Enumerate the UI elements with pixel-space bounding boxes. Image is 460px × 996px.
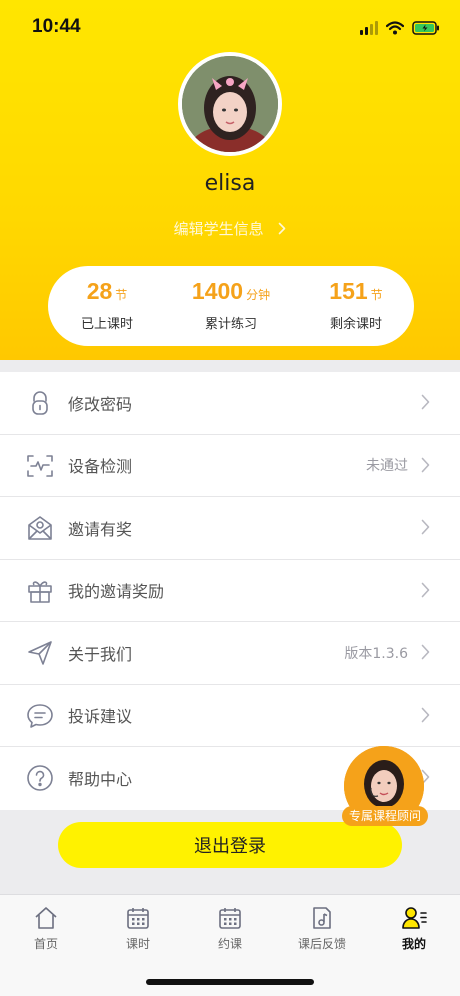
stat-unit: 节 [370, 288, 383, 302]
app-version: 版本1.3.6 [344, 645, 408, 662]
menu-item-label: 投诉建议 [68, 707, 133, 727]
profile-icon [402, 907, 427, 929]
logout-button[interactable]: 退出登录 [58, 822, 402, 868]
tab-label: 首页 [33, 937, 58, 951]
tab-book-class[interactable]: 约课 [184, 905, 276, 952]
home-indicator[interactable] [146, 979, 314, 985]
device-check-status: 未通过 [366, 458, 408, 475]
feedback-icon [313, 907, 331, 929]
stat-unit: 分钟 [246, 288, 271, 302]
stat-unit: 节 [115, 288, 128, 302]
profile-header: 10:44 elisa 编辑学生信息 28 节 已上课时 1400 分钟 累计练… [0, 0, 460, 360]
settings-menu: 修改密码 设备检测 未通过 邀请有奖 我的邀请奖励 关于我们 版本1.3.6 投… [0, 372, 460, 810]
advisor-label: 专属课程顾问 [342, 806, 428, 826]
chevron-right-icon [421, 519, 430, 539]
menu-item-device-check[interactable]: 设备检测 未通过 [0, 435, 460, 497]
chevron-right-icon [421, 394, 430, 414]
menu-item-label: 邀请有奖 [68, 519, 133, 539]
question-icon [26, 764, 54, 792]
device-check-icon [26, 452, 54, 480]
calendar-icon [219, 908, 241, 929]
menu-item-my-invite-rewards[interactable]: 我的邀请奖励 [0, 560, 460, 622]
tab-label: 课时 [125, 937, 150, 951]
stat-practice-minutes: 1400 分钟 累计练习 [171, 278, 291, 332]
calendar-icon [127, 908, 149, 929]
menu-item-label: 设备检测 [68, 457, 133, 477]
status-icons [360, 19, 440, 37]
menu-item-complaints-suggestions[interactable]: 投诉建议 [0, 685, 460, 747]
stat-lessons-taken: 28 节 已上课时 [47, 278, 167, 332]
cellular-signal-icon [360, 21, 378, 35]
tab-label: 我的 [401, 937, 426, 951]
paper-plane-icon [26, 639, 54, 667]
menu-item-invite-reward[interactable]: 邀请有奖 [0, 497, 460, 560]
menu-item-about-us[interactable]: 关于我们 版本1.3.6 [0, 622, 460, 685]
edit-student-info-link[interactable]: 编辑学生信息 [0, 218, 460, 239]
stat-value: 151 [329, 278, 368, 304]
menu-item-label: 关于我们 [68, 644, 133, 664]
stat-label: 已上课时 [80, 317, 133, 332]
status-bar: 10:44 [0, 0, 460, 54]
envelope-icon [26, 514, 54, 542]
tab-label: 课后反馈 [297, 937, 346, 951]
tab-feedback[interactable]: 课后反馈 [276, 905, 368, 952]
wifi-icon [386, 21, 404, 35]
menu-item-label: 修改密码 [68, 394, 133, 414]
lock-icon [26, 389, 54, 417]
stat-value: 28 [86, 278, 113, 304]
home-icon [35, 907, 57, 929]
menu-item-label: 帮助中心 [68, 770, 133, 790]
battery-icon [412, 21, 440, 35]
username: elisa [204, 171, 256, 196]
course-advisor-button[interactable]: 专属课程顾问 [342, 746, 428, 828]
chat-bubble-icon [26, 702, 54, 730]
status-time: 10:44 [32, 16, 81, 37]
tab-label: 约课 [217, 937, 242, 951]
tab-mine[interactable]: 我的 [368, 905, 460, 952]
chevron-right-icon [421, 707, 430, 727]
chevron-right-icon [278, 220, 286, 238]
tab-lessons[interactable]: 课时 [92, 905, 184, 952]
edit-student-info-label: 编辑学生信息 [173, 220, 264, 238]
avatar-photo [182, 56, 278, 152]
stat-label: 累计练习 [204, 317, 257, 332]
chevron-right-icon [421, 644, 430, 664]
tab-home[interactable]: 首页 [0, 905, 92, 952]
menu-item-change-password[interactable]: 修改密码 [0, 372, 460, 435]
stat-lessons-remaining: 151 节 剩余课时 [296, 278, 416, 332]
chevron-right-icon [421, 457, 430, 477]
chevron-right-icon [421, 582, 430, 602]
stat-label: 剩余课时 [329, 317, 382, 332]
avatar[interactable] [178, 52, 282, 156]
stats-card: 28 节 已上课时 1400 分钟 累计练习 151 节 剩余课时 [48, 266, 414, 346]
stat-value: 1400 [191, 278, 244, 304]
menu-item-label: 我的邀请奖励 [68, 582, 165, 602]
gift-icon [26, 577, 54, 605]
